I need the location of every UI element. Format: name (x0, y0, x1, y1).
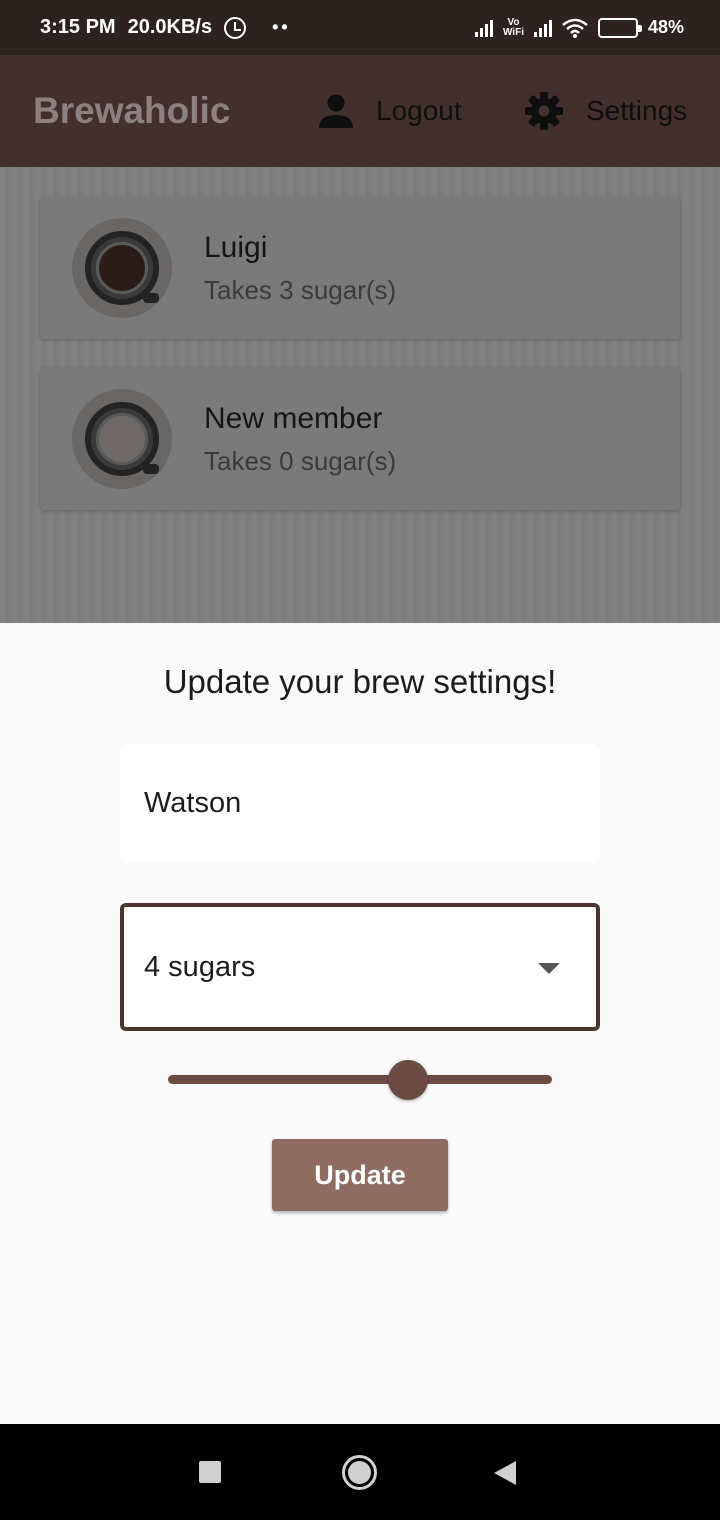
wifi-icon (562, 18, 588, 38)
coffee-cup-avatar (72, 218, 172, 318)
strength-slider[interactable] (168, 1056, 552, 1104)
settings-label: Settings (586, 95, 688, 126)
member-sugars: Takes 3 sugar(s) (204, 274, 397, 305)
triangle-back-icon[interactable] (494, 1461, 516, 1485)
navigation-bar (0, 1424, 720, 1520)
status-left: 3:15 PM 20.0KB/s •• (40, 16, 291, 39)
battery-percent: 48% (647, 17, 684, 37)
alarm-icon (224, 16, 247, 39)
person-icon (319, 94, 353, 128)
sheet-title: Update your brew settings! (163, 663, 557, 700)
status-bar: 3:15 PM 20.0KB/s •• Vo WiFi 48% (0, 0, 720, 55)
settings-bottom-sheet: Update your brew settings! Watson 4 suga… (0, 623, 720, 1424)
signal-icon (474, 19, 493, 37)
app-bar: Brewaholic Logout Settings (0, 55, 720, 167)
battery-icon (597, 17, 642, 38)
vowifi-indicator: Vo WiFi (502, 16, 524, 38)
status-network-speed: 20.0KB/s (127, 16, 213, 38)
sugars-selected-value: 4 sugars (144, 950, 256, 983)
member-name: Luigi (204, 230, 268, 264)
logout-label: Logout (376, 95, 462, 126)
gear-icon (525, 92, 563, 130)
slider-track[interactable] (168, 1075, 552, 1084)
member-text: New member Takes 0 sugar(s) (204, 402, 396, 477)
update-button[interactable]: Update (272, 1139, 448, 1211)
settings-button[interactable]: Settings (524, 55, 687, 167)
signal-icon-2 (533, 19, 552, 37)
circle-icon[interactable] (342, 1455, 377, 1490)
coffee-cup-avatar (72, 389, 172, 489)
notification-dots: •• (272, 17, 291, 37)
member-text: Luigi Takes 3 sugar(s) (204, 231, 396, 306)
member-card[interactable]: New member Takes 0 sugar(s) (40, 368, 680, 510)
member-sugars: Takes 0 sugar(s) (204, 445, 397, 476)
status-time: 3:15 PM (40, 16, 116, 38)
app-title: Brewaholic (33, 90, 231, 131)
status-right: Vo WiFi 48% (474, 16, 684, 38)
name-input[interactable]: Watson (120, 744, 600, 863)
member-name: New member (204, 401, 383, 435)
dropdown-arrow-icon (538, 963, 560, 974)
slider-thumb[interactable] (388, 1060, 428, 1100)
logout-button[interactable]: Logout (318, 55, 462, 167)
square-icon[interactable] (199, 1461, 221, 1483)
sugars-dropdown[interactable]: 4 sugars (120, 903, 600, 1031)
member-card[interactable]: Luigi Takes 3 sugar(s) (40, 197, 680, 339)
